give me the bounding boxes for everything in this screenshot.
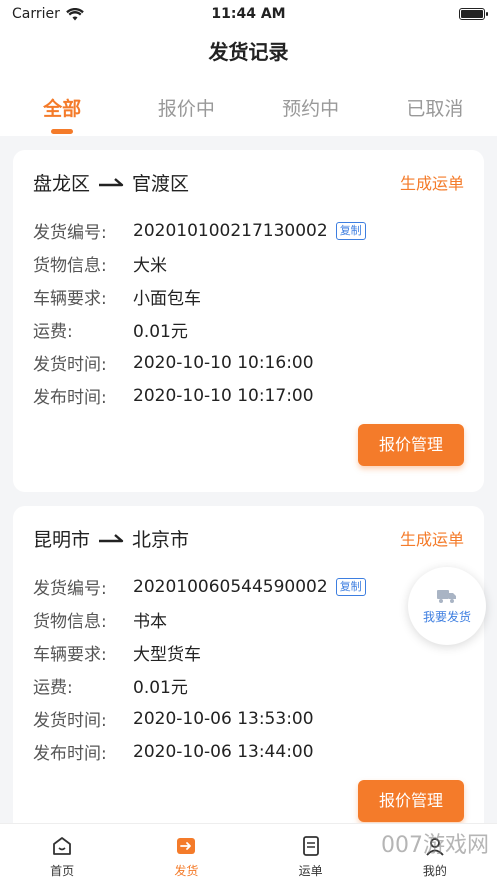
tabbar-waybill-label: 运单 (298, 864, 323, 878)
order-no-row: 发货编号: 202010060544590002 复制 (33, 570, 464, 603)
vehicle-label: 车辆要求: (33, 289, 107, 309)
fee-label: 运费: (33, 678, 73, 698)
goods-value: 大米 (133, 256, 167, 276)
route-arrow-icon (99, 534, 124, 543)
bottom-tabbar: 首页 发货 运单 我的 (0, 823, 497, 883)
route-from: 昆明市 (33, 528, 91, 551)
order-card: 昆明市 北京市 生成运单 发货编号: 202010060544590002 复制… (13, 506, 484, 848)
ship-icon (174, 834, 198, 858)
status-tabs: 全部 报价中 预约中 已取消 (0, 76, 497, 136)
fee-value: 0.01元 (133, 322, 188, 342)
generate-waybill-link[interactable]: 生成运单 (400, 526, 464, 550)
tabbar-profile[interactable]: 我的 (373, 824, 497, 883)
goods-value: 书本 (133, 612, 167, 632)
truck-icon (437, 589, 456, 603)
ship-time-row: 发货时间: 2020-10-10 10:16:00 (33, 346, 464, 379)
generate-waybill-link[interactable]: 生成运单 (400, 170, 464, 194)
waybill-icon (299, 834, 323, 858)
ship-now-label: 我要发货 (422, 609, 471, 624)
card-header: 昆明市 北京市 生成运单 (33, 506, 464, 570)
copy-button[interactable]: 复制 (335, 221, 366, 240)
battery-icon (459, 8, 488, 20)
home-icon (50, 834, 74, 858)
ship-time-label: 发货时间: (33, 711, 107, 731)
quote-management-button[interactable]: 报价管理 (358, 780, 464, 822)
order-card: 盘龙区 官渡区 生成运单 发货编号: 202010100217130002 复制… (13, 150, 484, 492)
order-no-value: 202010100217130002 (133, 220, 328, 241)
goods-label: 货物信息: (33, 612, 107, 632)
fee-label: 运费: (33, 322, 73, 342)
route-from: 盘龙区 (33, 172, 91, 195)
route: 昆明市 北京市 (33, 525, 189, 552)
ship-time-value: 2020-10-10 10:16:00 (133, 352, 314, 373)
carrier-label: Carrier (12, 6, 60, 22)
card-header: 盘龙区 官渡区 生成运单 (33, 150, 464, 214)
vehicle-label: 车辆要求: (33, 645, 107, 665)
order-no-label: 发货编号: (33, 579, 107, 599)
route-to: 官渡区 (132, 172, 190, 195)
fee-value: 0.01元 (133, 678, 188, 698)
vehicle-row: 车辆要求: 大型货车 (33, 636, 464, 669)
ship-time-row: 发货时间: 2020-10-06 13:53:00 (33, 702, 464, 735)
tab-all[interactable]: 全部 (0, 76, 124, 136)
goods-row: 货物信息: 大米 (33, 247, 464, 280)
tab-cancelled[interactable]: 已取消 (373, 76, 497, 136)
order-no-value: 202010060544590002 (133, 576, 328, 597)
tabbar-ship-label: 发货 (174, 864, 199, 878)
quote-management-button[interactable]: 报价管理 (358, 424, 464, 466)
ship-time-label: 发货时间: (33, 355, 107, 375)
vehicle-value: 大型货车 (133, 645, 201, 665)
publish-time-row: 发布时间: 2020-10-10 10:17:00 (33, 379, 464, 412)
page-title: 发货记录 (0, 28, 497, 76)
profile-icon (423, 834, 447, 858)
route-arrow-icon (99, 178, 124, 187)
tab-quoting[interactable]: 报价中 (124, 76, 248, 136)
publish-time-label: 发布时间: (33, 744, 107, 764)
tabbar-profile-label: 我的 (422, 864, 447, 878)
tabbar-waybill[interactable]: 运单 (249, 824, 373, 883)
tabbar-ship[interactable]: 发货 (124, 824, 248, 883)
order-list: 盘龙区 官渡区 生成运单 发货编号: 202010100217130002 复制… (13, 150, 484, 862)
tabbar-home[interactable]: 首页 (0, 824, 124, 883)
status-bar: Carrier 11:44 AM (0, 0, 497, 28)
publish-time-row: 发布时间: 2020-10-06 13:44:00 (33, 735, 464, 768)
fee-row: 运费: 0.01元 (33, 313, 464, 346)
order-no-label: 发货编号: (33, 223, 107, 243)
ship-time-value: 2020-10-06 13:53:00 (133, 708, 314, 729)
publish-time-label: 发布时间: (33, 388, 107, 408)
wifi-icon (66, 7, 84, 20)
goods-label: 货物信息: (33, 256, 107, 276)
route: 盘龙区 官渡区 (33, 169, 189, 196)
tabbar-home-label: 首页 (50, 864, 75, 878)
order-no-row: 发货编号: 202010100217130002 复制 (33, 214, 464, 247)
status-left: Carrier (12, 6, 84, 22)
vehicle-value: 小面包车 (133, 289, 201, 309)
ship-now-floating-button[interactable]: 我要发货 (408, 567, 486, 645)
vehicle-row: 车辆要求: 小面包车 (33, 280, 464, 313)
publish-time-value: 2020-10-10 10:17:00 (133, 385, 314, 406)
publish-time-value: 2020-10-06 13:44:00 (133, 741, 314, 762)
fee-row: 运费: 0.01元 (33, 669, 464, 702)
copy-button[interactable]: 复制 (335, 577, 366, 596)
route-to: 北京市 (132, 528, 190, 551)
goods-row: 货物信息: 书本 (33, 603, 464, 636)
tab-reserved[interactable]: 预约中 (249, 76, 373, 136)
